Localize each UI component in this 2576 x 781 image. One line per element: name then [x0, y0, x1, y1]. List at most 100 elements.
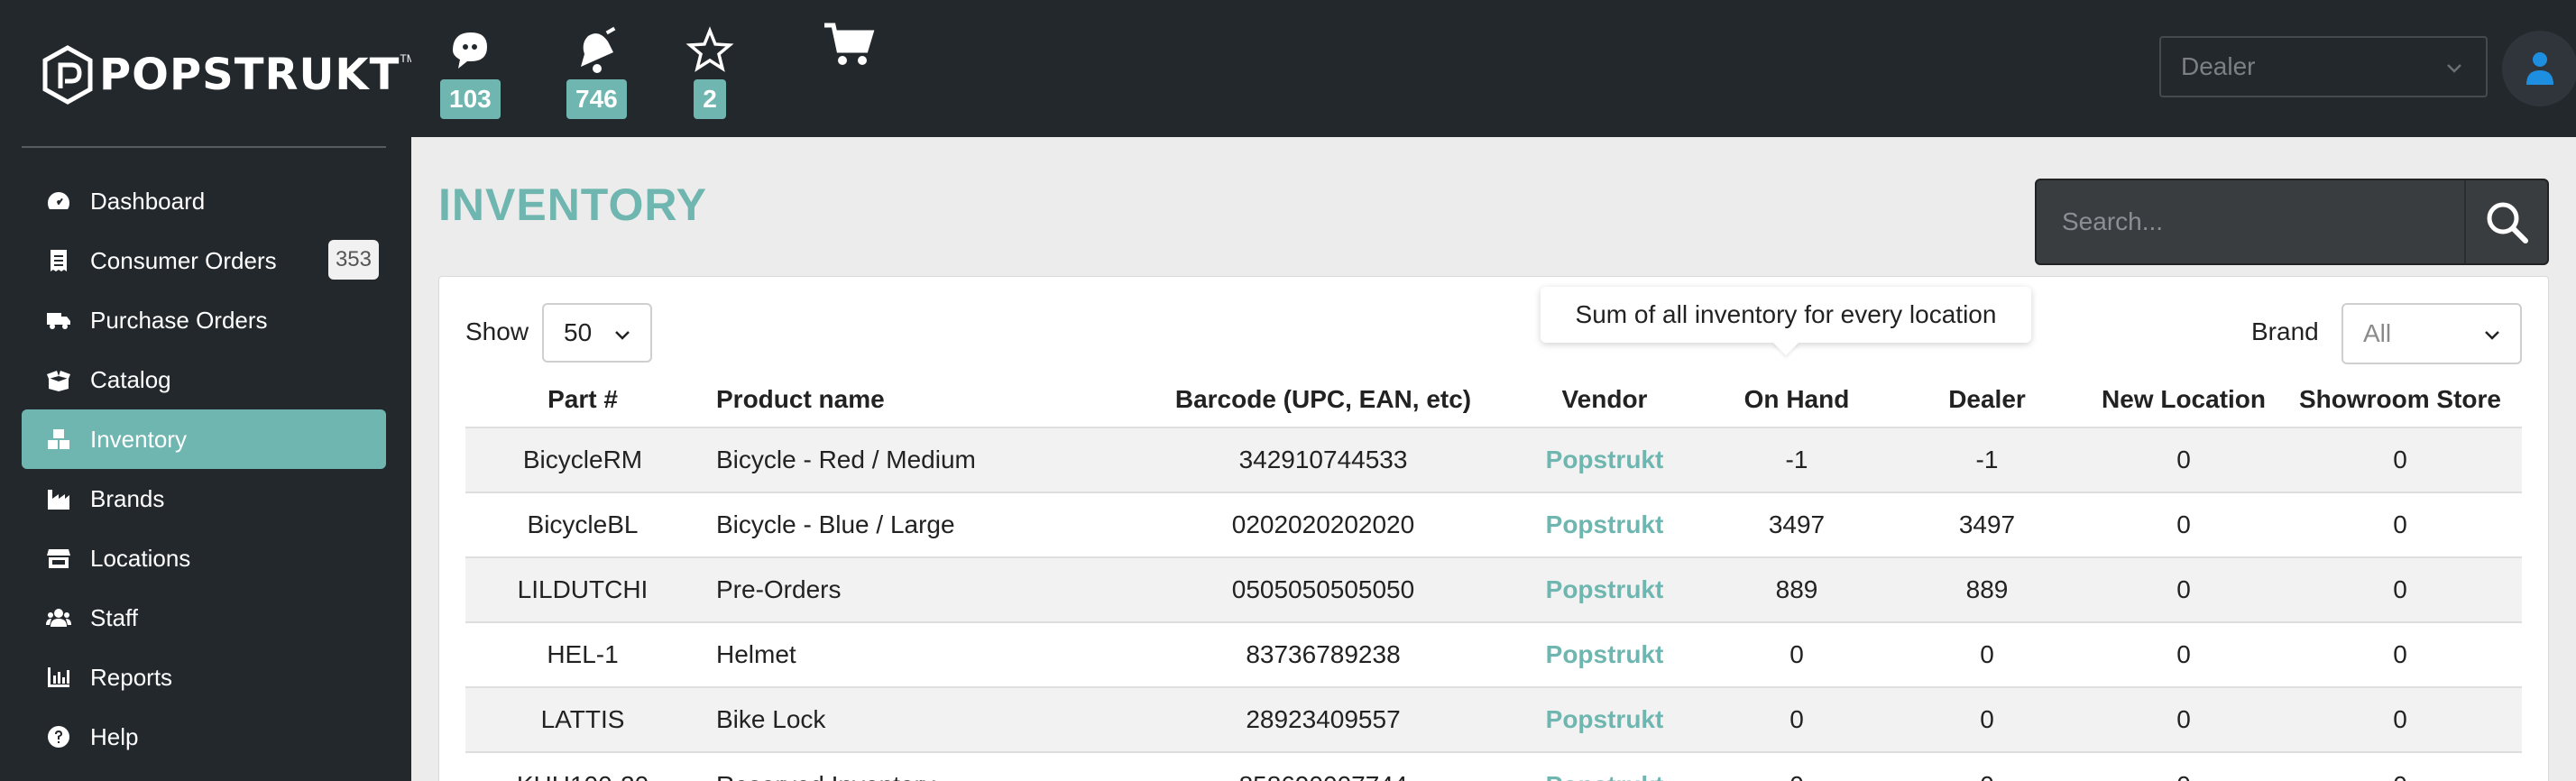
- industry-icon: [45, 485, 72, 512]
- cell-vendor-link[interactable]: Popstrukt: [1501, 492, 1708, 557]
- search-button[interactable]: [2464, 180, 2547, 263]
- favorites-notification[interactable]: 2: [684, 25, 736, 119]
- column-header-vendor[interactable]: Vendor: [1501, 372, 1708, 427]
- cell-new-location: 0: [2089, 492, 2278, 557]
- brand-filter-value: All: [2363, 319, 2392, 347]
- column-header-on-hand[interactable]: On Hand: [1708, 372, 1885, 427]
- cell-vendor-link[interactable]: Popstrukt: [1501, 751, 1708, 781]
- cell-dealer: 0: [1885, 621, 2089, 687]
- cell-part-number: BicycleRM: [465, 427, 700, 492]
- sidebar-item-label: Consumer Orders: [90, 246, 277, 274]
- cell-product-name: Helmet: [700, 621, 1145, 687]
- logo-hexagon-icon: [42, 45, 93, 105]
- user-avatar[interactable]: [2502, 31, 2576, 106]
- messages-count-badge: 103: [440, 79, 501, 119]
- search-input[interactable]: [2037, 180, 2466, 263]
- table-body: BicycleRM Bicycle - Red / Medium 3429107…: [465, 427, 2522, 781]
- box-open-icon: [45, 366, 72, 393]
- sidebar-item-label: Purchase Orders: [90, 306, 268, 334]
- cell-showroom-store: 0: [2278, 556, 2522, 622]
- messages-notification[interactable]: 103: [440, 25, 501, 119]
- cell-on-hand: 0: [1708, 751, 1885, 781]
- cell-vendor-link[interactable]: Popstrukt: [1501, 686, 1708, 752]
- cell-vendor-link[interactable]: Popstrukt: [1501, 621, 1708, 687]
- cell-dealer: 0: [1885, 686, 2089, 752]
- table-row[interactable]: LATTIS Bike Lock 28923409557 Popstrukt 0…: [465, 686, 2522, 752]
- sidebar-item-reports[interactable]: Reports: [22, 648, 386, 707]
- cart-icon: [824, 23, 875, 65]
- column-header-showroom-store[interactable]: Showroom Store: [2278, 372, 2522, 427]
- receipt-icon: [45, 247, 72, 274]
- on-hand-tooltip: Sum of all inventory for every location: [1541, 287, 2031, 343]
- cell-dealer: -1: [1885, 427, 2089, 492]
- table-row[interactable]: BicycleBL Bicycle - Blue / Large 0202020…: [465, 492, 2522, 557]
- users-icon: [45, 604, 72, 631]
- cell-part-number: KHH100-20: [465, 751, 700, 781]
- sidebar-item-inventory[interactable]: Inventory: [22, 409, 386, 469]
- column-header-barcode[interactable]: Barcode (UPC, EAN, etc): [1145, 372, 1501, 427]
- cell-showroom-store: 0: [2278, 427, 2522, 492]
- cell-part-number: BicycleBL: [465, 492, 700, 557]
- sidebar-item-catalog[interactable]: Catalog: [22, 350, 386, 409]
- show-entries-select[interactable]: 50: [542, 303, 652, 363]
- cell-showroom-store: 0: [2278, 621, 2522, 687]
- cell-dealer: 0: [1885, 751, 2089, 781]
- column-header-part-number[interactable]: Part #: [465, 372, 700, 427]
- sidebar-item-help[interactable]: Help: [22, 707, 386, 767]
- table-header-row: Part # Product name Barcode (UPC, EAN, e…: [465, 372, 2522, 427]
- column-header-new-location[interactable]: New Location: [2089, 372, 2278, 427]
- brand-filter-label: Brand: [2251, 317, 2319, 345]
- popstrukt-logo[interactable]: POPSTRUKT TM: [40, 43, 416, 106]
- sidebar-item-label: Dashboard: [90, 187, 206, 215]
- sidebar-item-dashboard[interactable]: Dashboard: [22, 171, 386, 231]
- cell-on-hand: -1: [1708, 427, 1885, 492]
- sidebar-item-consumer-orders[interactable]: Consumer Orders 353: [22, 231, 386, 290]
- inventory-table: Part # Product name Barcode (UPC, EAN, e…: [465, 372, 2522, 781]
- cell-vendor-link[interactable]: Popstrukt: [1501, 427, 1708, 492]
- cell-new-location: 0: [2089, 556, 2278, 622]
- sidebar-item-label: Help: [90, 722, 139, 750]
- cell-barcode: 0505050505050: [1145, 556, 1501, 622]
- star-icon: [685, 26, 734, 72]
- cell-product-name: Pre-Orders: [700, 556, 1145, 622]
- cell-new-location: 0: [2089, 686, 2278, 752]
- tooltip-text: Sum of all inventory for every location: [1575, 300, 1997, 328]
- table-row[interactable]: BicycleRM Bicycle - Red / Medium 3429107…: [465, 427, 2522, 492]
- warehouse-icon: [45, 426, 72, 453]
- brand-filter-select[interactable]: All: [2341, 303, 2522, 364]
- cell-showroom-store: 0: [2278, 492, 2522, 557]
- show-entries-label: Show: [465, 317, 529, 345]
- cell-new-location: 0: [2089, 621, 2278, 687]
- sidebar: POPSTRUKT TM Dashboard Consumer Orders 3…: [0, 0, 416, 781]
- column-header-dealer[interactable]: Dealer: [1885, 372, 2089, 427]
- sidebar-item-label: Reports: [90, 663, 173, 691]
- cell-barcode: 0202020202020: [1145, 492, 1501, 557]
- role-select[interactable]: Dealer: [2159, 36, 2488, 97]
- sidebar-item-locations[interactable]: Locations: [22, 528, 386, 588]
- cell-vendor-link[interactable]: Popstrukt: [1501, 556, 1708, 622]
- cart-button[interactable]: [823, 20, 875, 70]
- sidebar-item-brands[interactable]: Brands: [22, 469, 386, 528]
- search-icon: [2487, 202, 2528, 243]
- cell-dealer: 889: [1885, 556, 2089, 622]
- truck-icon: [45, 307, 72, 334]
- search-box: [2035, 179, 2549, 265]
- table-row[interactable]: LILDUTCHI Pre-Orders 0505050505050 Popst…: [465, 556, 2522, 622]
- cell-barcode: 83736789238: [1145, 621, 1501, 687]
- chevron-down-icon: [2447, 64, 2461, 73]
- cell-new-location: 0: [2089, 751, 2278, 781]
- cell-dealer: 3497: [1885, 492, 2089, 557]
- top-bar: 103 746 2 Dealer: [411, 0, 2576, 137]
- sidebar-item-label: Brands: [90, 484, 165, 512]
- table-row[interactable]: HEL-1 Helmet 83736789238 Popstrukt 0 0 0…: [465, 621, 2522, 687]
- cell-showroom-store: 0: [2278, 751, 2522, 781]
- sidebar-item-purchase-orders[interactable]: Purchase Orders: [22, 290, 386, 350]
- alerts-notification[interactable]: 746: [566, 25, 627, 119]
- table-row[interactable]: KHH100-20 Reserved Inventory 85869000774…: [465, 751, 2522, 781]
- sidebar-item-staff[interactable]: Staff: [22, 588, 386, 648]
- cell-on-hand: 889: [1708, 556, 1885, 622]
- cell-product-name: Bicycle - Blue / Large: [700, 492, 1145, 557]
- cell-on-hand: 3497: [1708, 492, 1885, 557]
- column-header-product-name[interactable]: Product name: [700, 372, 1145, 427]
- cell-product-name: Bicycle - Red / Medium: [700, 427, 1145, 492]
